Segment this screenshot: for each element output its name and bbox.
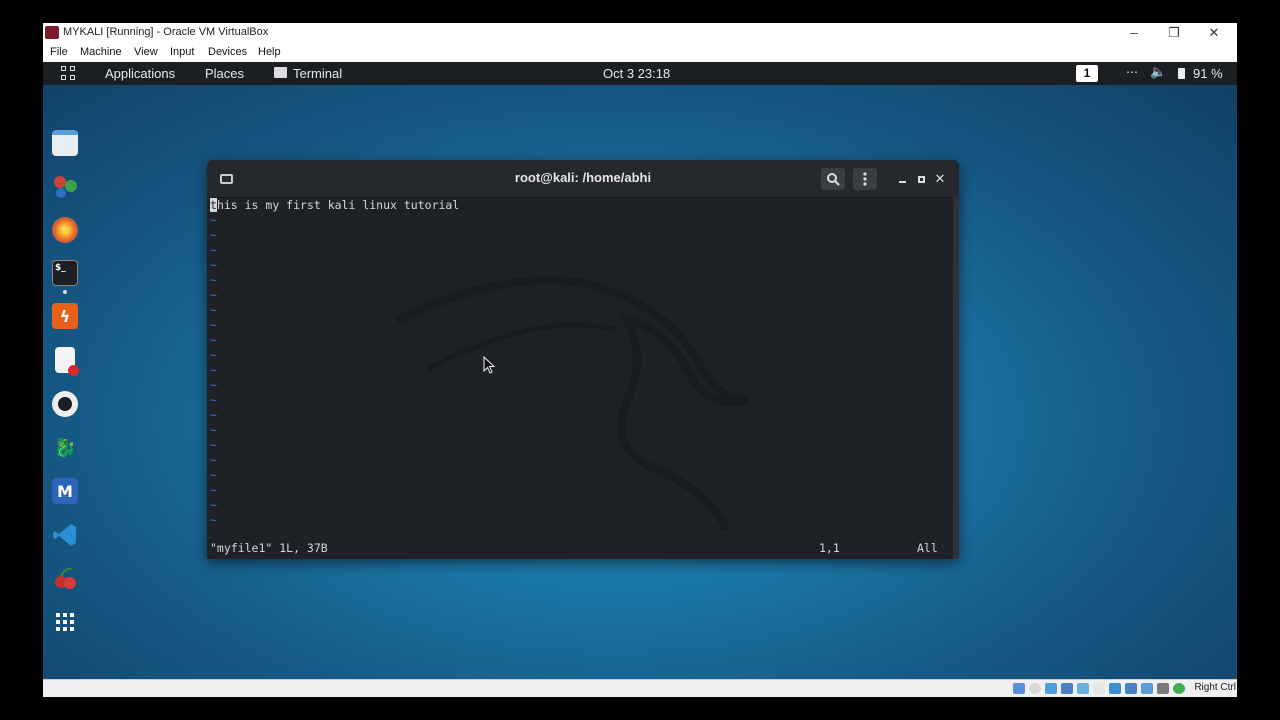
empty-line-tilde: ~ — [210, 513, 217, 527]
terminal-app-menu[interactable]: Terminal — [293, 66, 342, 81]
terminal-app-icon — [274, 67, 287, 78]
video-capture-icon[interactable] — [1125, 683, 1137, 694]
metasploit-icon[interactable]: M — [52, 478, 78, 504]
empty-line-tilde: ~ — [210, 423, 217, 437]
empty-line-tilde: ~ — [210, 228, 217, 242]
empty-line-tilde: ~ — [210, 333, 217, 347]
battery-icon[interactable] — [1178, 68, 1185, 79]
empty-line-tilde: ~ — [210, 213, 217, 227]
terminal-close-icon[interactable]: ✕ — [933, 168, 947, 190]
harddisk-icon[interactable] — [1013, 683, 1025, 694]
text-editor-icon[interactable] — [55, 347, 79, 376]
places-menu[interactable]: Places — [205, 66, 244, 81]
host-key-icon[interactable] — [1173, 683, 1185, 694]
virtualbox-window: MYKALI [Running] - Oracle VM VirtualBox … — [43, 23, 1237, 697]
network-icon[interactable]: ⋯ — [1126, 65, 1138, 79]
workspace-indicator[interactable]: 1 — [1076, 65, 1098, 82]
menu-view[interactable]: View — [134, 46, 158, 58]
vim-buffer[interactable]: this is my first kali linux tutorial ~ ~… — [207, 197, 953, 559]
virtualization-icon[interactable] — [1141, 683, 1153, 694]
running-indicator — [63, 290, 67, 294]
buffer-line-1: this is my first kali linux tutorial — [210, 198, 459, 212]
files-icon[interactable] — [52, 130, 78, 156]
guest-screen: Applications Places Terminal Oct 3 23:18… — [43, 62, 1237, 679]
empty-line-tilde: ~ — [210, 258, 217, 272]
empty-line-tilde: ~ — [210, 273, 217, 287]
vbox-menubar: File Machine View Input Devices Help — [43, 43, 1237, 62]
empty-line-tilde: ~ — [210, 483, 217, 497]
search-icon[interactable] — [821, 168, 845, 190]
menu-file[interactable]: File — [50, 46, 68, 58]
show-apps-icon[interactable] — [52, 609, 78, 635]
text-cursor: t — [210, 198, 217, 212]
menu-machine[interactable]: Machine — [80, 46, 122, 58]
empty-line-tilde: ~ — [210, 438, 217, 452]
mouse-integration-icon[interactable] — [1157, 683, 1169, 694]
applications-menu[interactable]: Applications — [105, 66, 175, 81]
empty-line-tilde: ~ — [210, 393, 217, 407]
empty-line-tilde: ~ — [210, 318, 217, 332]
empty-line-tilde: ~ — [210, 468, 217, 482]
empty-line-tilde: ~ — [210, 408, 217, 422]
terminal-maximize-icon[interactable] — [914, 168, 928, 190]
cherrytree-icon[interactable] — [52, 565, 78, 591]
terminal-minimize-icon[interactable] — [895, 168, 909, 190]
host-key-label: Right Ctrl — [1194, 682, 1236, 693]
display-icon[interactable] — [1109, 683, 1121, 694]
close-button[interactable]: ✕ — [1194, 23, 1234, 43]
gnome-top-bar: Applications Places Terminal Oct 3 23:18… — [43, 62, 1237, 85]
terminal-header: root@kali: /home/abhi ✕ — [207, 160, 959, 198]
vim-status-position: 1,1 — [819, 541, 840, 555]
empty-line-tilde: ~ — [210, 378, 217, 392]
buffer-line-1-text: his is my first kali linux tutorial — [216, 198, 460, 212]
firefox-icon[interactable] — [52, 217, 78, 243]
empty-line-tilde: ~ — [210, 243, 217, 257]
empty-line-tilde: ~ — [210, 348, 217, 362]
window-title: MYKALI [Running] - Oracle VM VirtualBox — [63, 26, 269, 38]
restore-button[interactable]: ❐ — [1154, 23, 1194, 43]
kali-tools-icon[interactable] — [52, 173, 78, 199]
maltego-icon[interactable] — [52, 391, 78, 417]
menu-help[interactable]: Help — [258, 46, 281, 58]
volume-icon[interactable]: 🔈 — [1150, 64, 1166, 80]
empty-line-tilde: ~ — [210, 498, 217, 512]
clock[interactable]: Oct 3 23:18 — [603, 66, 670, 81]
vbox-statusbar: Right Ctrl — [43, 679, 1237, 697]
dock: $_ ϟ 🐉 M — [43, 85, 89, 679]
menu-devices[interactable]: Devices — [208, 46, 247, 58]
network-adapter-icon[interactable] — [1061, 683, 1073, 694]
vim-status-scroll: All — [917, 541, 938, 555]
terminal-window: root@kali: /home/abhi ✕ this is my first… — [207, 160, 959, 559]
mouse-pointer-icon — [483, 356, 495, 374]
shared-folders-icon[interactable] — [1093, 683, 1105, 694]
terminal-icon[interactable]: $_ — [52, 260, 78, 286]
empty-line-tilde: ~ — [210, 303, 217, 317]
burpsuite-icon[interactable]: ϟ — [52, 303, 78, 329]
activities-grid-icon[interactable] — [61, 66, 76, 81]
vim-status-file: "myfile1" 1L, 37B — [210, 541, 328, 555]
vbox-titlebar: MYKALI [Running] - Oracle VM VirtualBox … — [43, 23, 1237, 43]
menu-input[interactable]: Input — [170, 46, 194, 58]
empty-line-tilde: ~ — [210, 363, 217, 377]
audio-icon[interactable] — [1045, 683, 1057, 694]
usb-icon[interactable] — [1077, 683, 1089, 694]
optical-drive-icon[interactable] — [1029, 683, 1041, 694]
minimize-button[interactable]: – — [1114, 23, 1154, 43]
menu-kebab-icon[interactable] — [853, 168, 877, 190]
kali-dragon-icon[interactable]: 🐉 — [52, 435, 78, 461]
empty-line-tilde: ~ — [210, 288, 217, 302]
terminal-title: root@kali: /home/abhi — [514, 170, 652, 185]
virtualbox-icon — [45, 26, 59, 39]
terminal-scrollbar[interactable] — [953, 197, 959, 559]
empty-line-tilde: ~ — [210, 453, 217, 467]
battery-level: 91 % — [1193, 66, 1223, 81]
vscode-icon[interactable] — [52, 522, 78, 548]
